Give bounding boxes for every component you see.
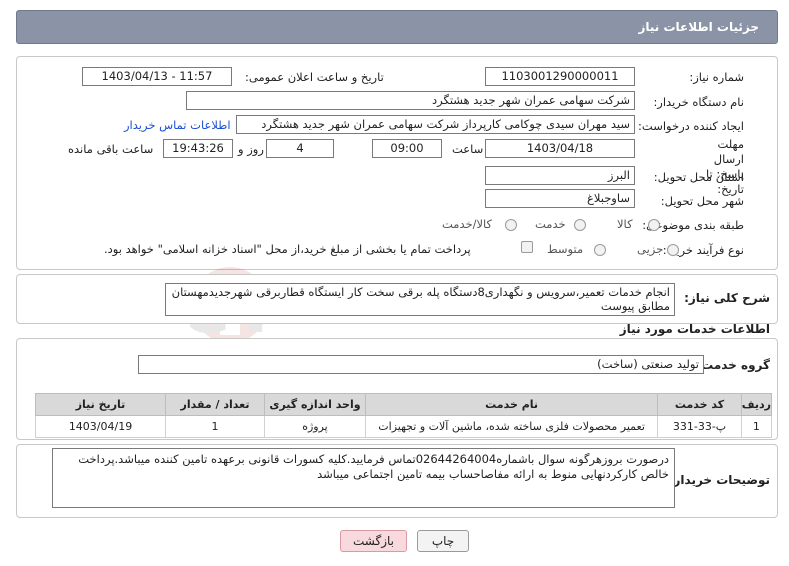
category-radio-goods-service[interactable] — [505, 219, 517, 231]
info-panel — [16, 56, 778, 270]
process-option-medium: متوسط — [547, 242, 584, 256]
buyer-contact-link[interactable]: اطلاعات تماس خریدار — [124, 118, 231, 132]
table-header-row: ردیف کد خدمت نام خدمت واحد اندازه گیری ت… — [34, 393, 773, 416]
page-header: جزئیات اطلاعات نیاز — [16, 10, 778, 44]
remaining-time-label: ساعت باقی مانده — [68, 142, 154, 156]
category-radio-service[interactable] — [574, 219, 586, 231]
col-header-service-code: کد خدمت — [657, 393, 742, 416]
process-radio-minor[interactable] — [667, 244, 679, 256]
service-group-label: گروه خدمت: — [696, 358, 770, 372]
treasury-payment-checkbox[interactable] — [521, 241, 533, 253]
cell-unit: پروژه — [264, 415, 366, 438]
category-option-service: خدمت — [535, 217, 566, 231]
requester-label: ایجاد کننده درخواست: — [638, 119, 744, 133]
need-number-label: شماره نیاز: — [689, 70, 744, 84]
deadline-date-field: 1403/04/18 — [485, 139, 635, 158]
deadline-label: مهلت ارسال پاسخ: تا تاریخ: — [706, 137, 744, 196]
city-label: شهر محل تحویل: — [660, 194, 744, 208]
col-header-quantity: تعداد / مقدار — [165, 393, 266, 416]
process-radio-medium[interactable] — [594, 244, 606, 256]
deadline-time-label: ساعت — [452, 142, 484, 156]
col-header-service-name: نام خدمت — [364, 393, 659, 416]
cell-row-number: 1 — [740, 415, 773, 438]
requester-field: سید مهران سیدی چوکامی کارپرداز شرکت سهام… — [236, 115, 635, 134]
days-remaining-field: 4 — [266, 139, 334, 158]
announce-field: 1403/04/13 - 11:57 — [82, 67, 232, 86]
cell-need-date: 1403/04/19 — [34, 415, 167, 438]
print-button[interactable]: چاپ — [417, 530, 469, 552]
need-number-field: 1103001290000011 — [485, 67, 635, 86]
category-option-goods-service: کالا/خدمت — [442, 217, 493, 231]
cell-service-name: تعمیر محصولات فلزی ساخته شده، ماشین آلات… — [364, 415, 659, 438]
summary-text: انجام خدمات تعمیر،سرویس و نگهداری8دستگاه… — [165, 283, 675, 316]
services-table: ردیف کد خدمت نام خدمت واحد اندازه گیری ت… — [34, 393, 773, 438]
buyer-notes-label: توضیحات خریدار: — [668, 473, 770, 487]
category-radio-goods[interactable] — [648, 219, 660, 231]
deadline-time-field: 09:00 — [372, 139, 442, 158]
treasury-payment-note: پرداخت تمام یا بخشی از مبلغ خرید،از محل … — [104, 242, 471, 256]
buyer-notes-text: درصورت بروزهرگونه سوال باشماره0264426400… — [52, 448, 675, 508]
category-option-goods: کالا — [617, 217, 633, 231]
remaining-time-field: 19:43:26 — [163, 139, 233, 158]
cell-quantity: 1 — [165, 415, 266, 438]
col-header-need-date: تاریخ نیاز — [34, 393, 167, 416]
process-option-minor: جزیی — [637, 242, 664, 256]
days-label: روز و — [238, 142, 264, 156]
service-group-field: تولید صنعتی (ساخت) — [138, 355, 704, 374]
cell-service-code: پ-33-331 — [657, 415, 742, 438]
page-title: جزئیات اطلاعات نیاز — [638, 20, 759, 34]
buyer-org-field: شرکت سهامی عمران شهر جدید هشتگرد — [186, 91, 635, 110]
col-header-unit: واحد اندازه گیری — [264, 393, 366, 416]
back-button[interactable]: بازگشت — [340, 530, 407, 552]
summary-label: شرح کلی نیاز: — [684, 291, 770, 305]
city-field: ساوجبلاغ — [485, 189, 635, 208]
announce-label: تاریخ و ساعت اعلان عمومی: — [245, 70, 384, 84]
buyer-org-label: نام دستگاه خریدار: — [653, 95, 744, 109]
province-label: استان محل تحویل: — [653, 170, 744, 184]
table-row: 1 پ-33-331 تعمیر محصولات فلزی ساخته شده،… — [34, 415, 773, 438]
province-field: البرز — [485, 166, 635, 185]
services-section-title: اطلاعات خدمات مورد نیاز — [619, 322, 770, 336]
col-header-row-number: ردیف — [740, 393, 773, 416]
